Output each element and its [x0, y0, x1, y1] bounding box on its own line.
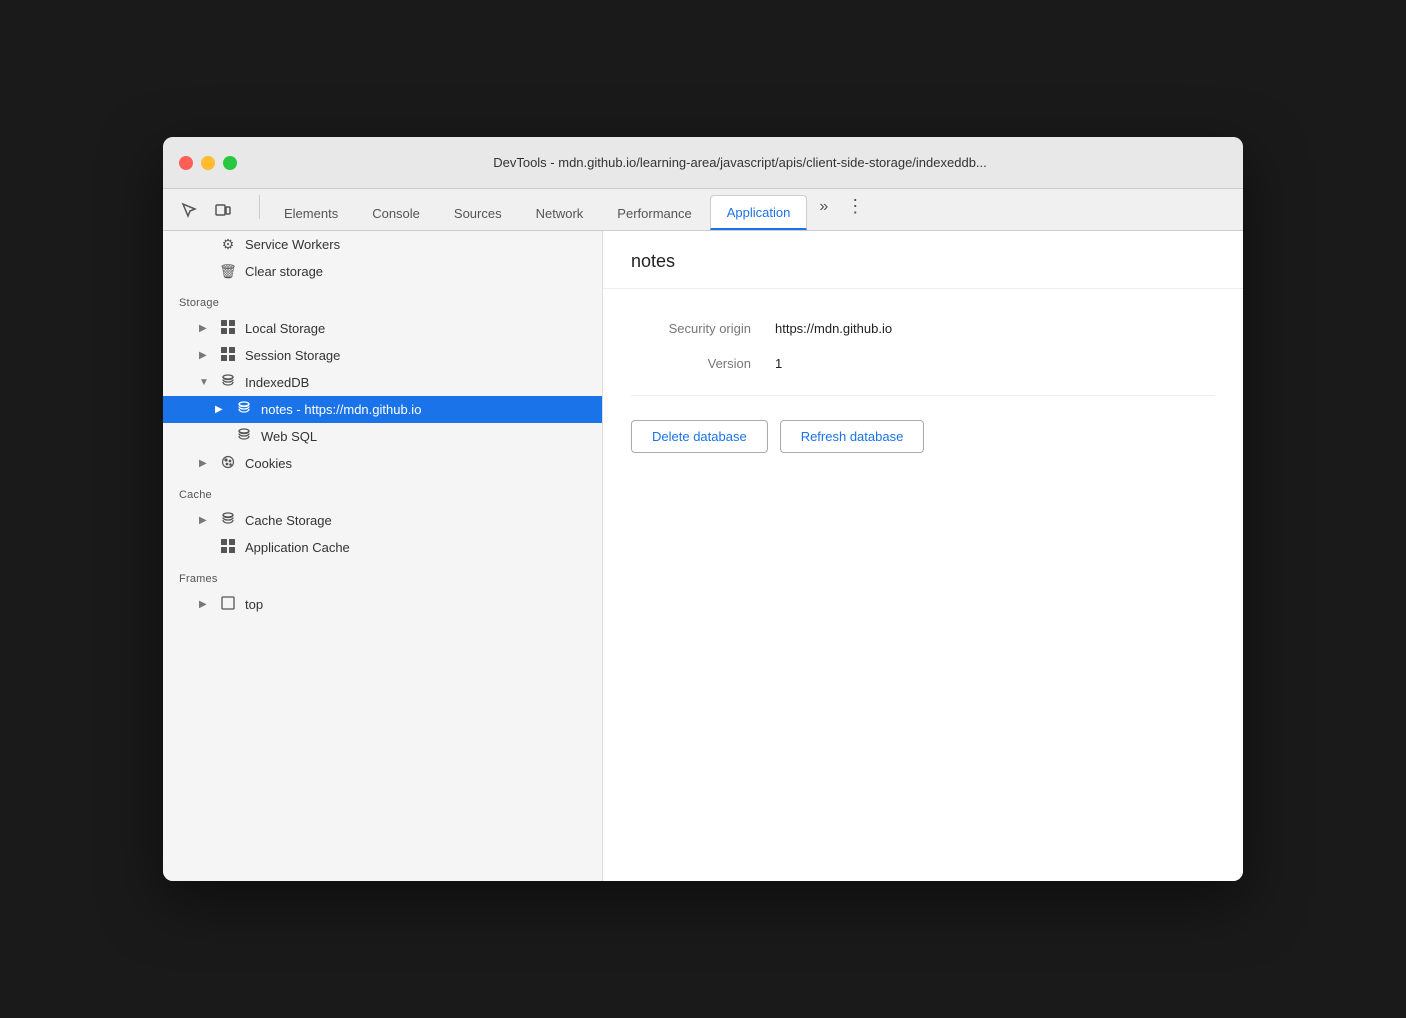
version-row: Version 1	[631, 356, 1215, 371]
frames-section-label: Frames	[163, 561, 602, 591]
devtools-menu-button[interactable]: ⋮	[840, 196, 870, 217]
window-title: DevTools - mdn.github.io/learning-area/j…	[253, 155, 1227, 170]
database-active-icon	[235, 401, 253, 418]
content-panel: notes Security origin https://mdn.github…	[603, 231, 1243, 881]
security-origin-value: https://mdn.github.io	[775, 321, 892, 336]
tab-performance[interactable]: Performance	[601, 196, 707, 230]
content-body: Security origin https://mdn.github.io Ve…	[603, 289, 1243, 485]
sidebar-item-session-storage[interactable]: ▶ Session Storage	[163, 342, 602, 369]
database-icon	[219, 374, 237, 391]
more-tabs-button[interactable]: »	[809, 192, 838, 222]
sidebar-item-notes-db[interactable]: ▶ notes - https://mdn.github.io	[163, 396, 602, 423]
sidebar-item-label: IndexedDB	[245, 375, 309, 390]
delete-database-button[interactable]: Delete database	[631, 420, 768, 453]
refresh-database-button[interactable]: Refresh database	[780, 420, 925, 453]
frame-icon	[219, 596, 237, 613]
sidebar: ⚙ Service Workers 🗑 Clear storage Storag…	[163, 231, 603, 881]
tab-elements[interactable]: Elements	[268, 196, 354, 230]
tab-application[interactable]: Application	[710, 195, 808, 230]
trash-icon: 🗑	[219, 263, 237, 280]
sidebar-item-service-workers[interactable]: ⚙ Service Workers	[163, 231, 602, 258]
sidebar-item-top-frame[interactable]: ▶ top	[163, 591, 602, 618]
sidebar-item-web-sql[interactable]: Web SQL	[163, 423, 602, 450]
sidebar-item-cookies[interactable]: ▶ Cookies	[163, 450, 602, 477]
database-icon	[219, 512, 237, 529]
tab-divider	[259, 195, 260, 219]
grid-icon	[219, 320, 237, 337]
arrow-right-icon: ▶	[199, 515, 211, 526]
cache-section-label: Cache	[163, 477, 602, 507]
close-button[interactable]	[179, 156, 193, 170]
maximize-button[interactable]	[223, 156, 237, 170]
sidebar-item-label: notes - https://mdn.github.io	[261, 402, 421, 417]
window-controls	[179, 156, 237, 170]
storage-section-label: Storage	[163, 285, 602, 315]
sidebar-item-label: Application Cache	[245, 540, 350, 555]
sidebar-item-indexeddb[interactable]: ▼ IndexedDB	[163, 369, 602, 396]
devtools-window: DevTools - mdn.github.io/learning-area/j…	[163, 137, 1243, 881]
grid-icon	[219, 539, 237, 556]
content-divider	[631, 395, 1215, 396]
sidebar-item-label: Cache Storage	[245, 513, 332, 528]
sidebar-item-label: Session Storage	[245, 348, 340, 363]
sidebar-item-label: Service Workers	[245, 237, 340, 252]
titlebar: DevTools - mdn.github.io/learning-area/j…	[163, 137, 1243, 189]
security-origin-row: Security origin https://mdn.github.io	[631, 321, 1215, 336]
tabbar: Elements Console Sources Network Perform…	[163, 189, 1243, 231]
sidebar-item-cache-storage[interactable]: ▶ Cache Storage	[163, 507, 602, 534]
inspect-icon-button[interactable]	[175, 196, 203, 224]
version-label: Version	[631, 356, 751, 371]
gear-icon: ⚙	[219, 236, 237, 253]
arrow-right-icon: ▶	[199, 458, 211, 469]
tab-icon-group	[175, 196, 237, 224]
database-icon	[235, 428, 253, 445]
arrow-down-icon: ▼	[199, 377, 211, 388]
action-buttons: Delete database Refresh database	[631, 420, 1215, 453]
sidebar-item-label: Cookies	[245, 456, 292, 471]
version-value: 1	[775, 356, 782, 371]
device-toolbar-icon-button[interactable]	[209, 196, 237, 224]
tab-network[interactable]: Network	[520, 196, 600, 230]
sidebar-item-local-storage[interactable]: ▶ Local Storage	[163, 315, 602, 342]
content-header: notes	[603, 231, 1243, 289]
content-title: notes	[631, 251, 1215, 272]
sidebar-item-label: top	[245, 597, 263, 612]
minimize-button[interactable]	[201, 156, 215, 170]
sidebar-item-app-cache[interactable]: Application Cache	[163, 534, 602, 561]
arrow-right-icon: ▶	[199, 599, 211, 610]
security-origin-label: Security origin	[631, 321, 751, 336]
main-area: ⚙ Service Workers 🗑 Clear storage Storag…	[163, 231, 1243, 881]
sidebar-item-label: Web SQL	[261, 429, 317, 444]
arrow-right-icon: ▶	[215, 404, 227, 415]
tab-sources[interactable]: Sources	[438, 196, 518, 230]
arrow-right-icon: ▶	[199, 350, 211, 361]
sidebar-item-clear-storage[interactable]: 🗑 Clear storage	[163, 258, 602, 285]
sidebar-item-label: Local Storage	[245, 321, 325, 336]
sidebar-item-label: Clear storage	[245, 264, 323, 279]
arrow-right-icon: ▶	[199, 323, 211, 334]
grid-icon	[219, 347, 237, 364]
cookie-icon	[219, 455, 237, 472]
tab-console[interactable]: Console	[356, 196, 436, 230]
